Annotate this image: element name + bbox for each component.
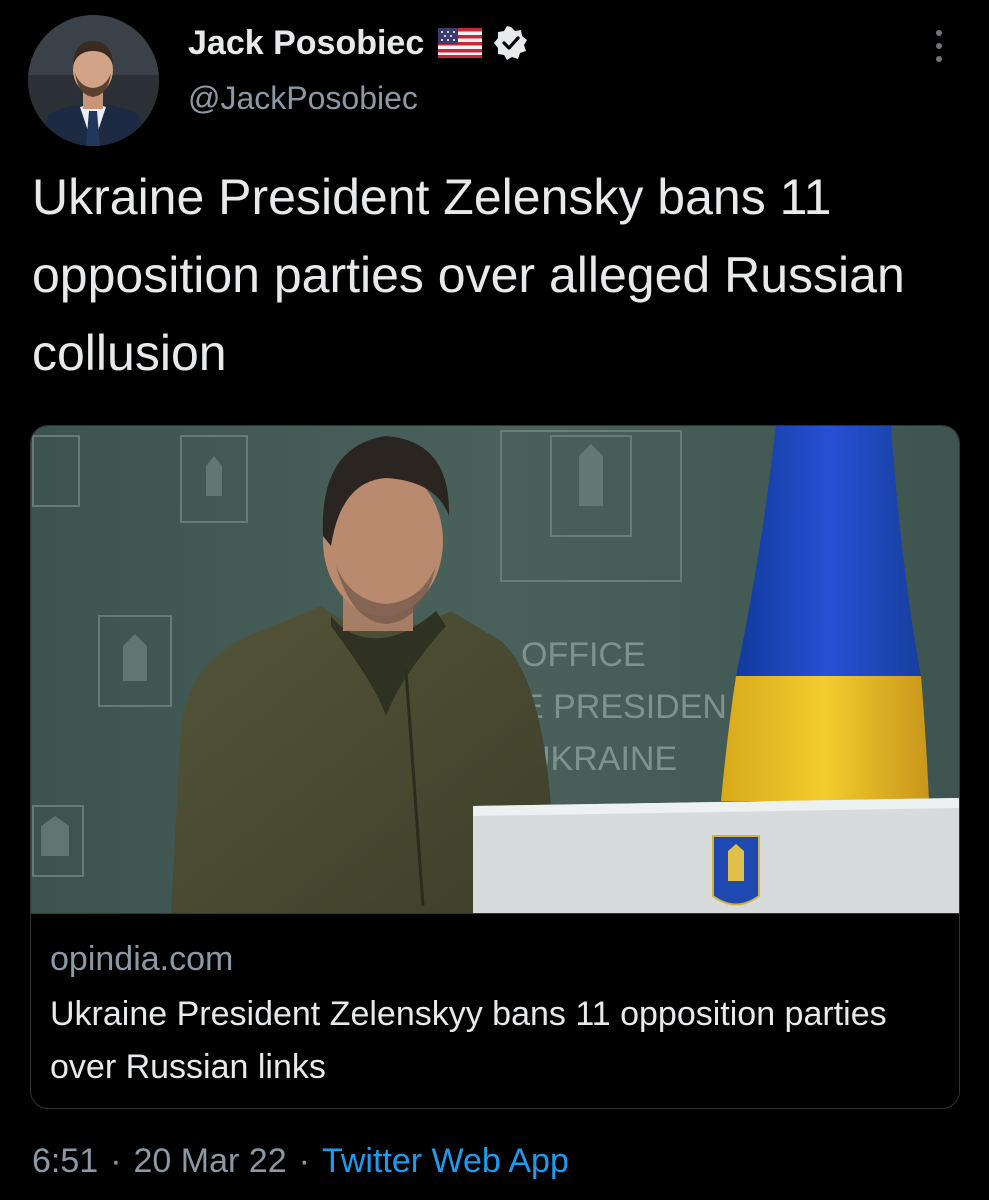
footer-separator: · (110, 1142, 122, 1180)
verified-badge-icon (494, 26, 528, 60)
card-title[interactable]: Ukraine President Zelenskyy bans 11 oppo… (50, 988, 930, 1094)
author-display-name[interactable]: Jack Posobiec (188, 24, 424, 63)
tweet-text: Ukraine President Zelensky bans 11 oppos… (32, 169, 905, 381)
article-image: OFFICE E PRESIDEN UKRAINE (31, 426, 959, 913)
tweet-source-link[interactable]: Twitter Web App (322, 1142, 569, 1180)
avatar-portrait (28, 15, 159, 146)
tweet-date[interactable]: 20 Mar 22 (134, 1142, 287, 1180)
tweet-footer: 6:51 · 20 Mar 22 · Twitter Web App (32, 1142, 569, 1181)
link-preview-card[interactable]: OFFICE E PRESIDEN UKRAINE opindia.com Uk… (30, 425, 960, 1109)
us-flag-icon (438, 28, 483, 58)
author-name-row[interactable]: Jack Posobiec (188, 18, 528, 68)
footer-separator-2: · (298, 1142, 310, 1180)
card-meta[interactable]: opindia.com Ukraine President Zelenskyy … (31, 913, 959, 1108)
wall-text-2: E PRESIDEN (521, 688, 727, 726)
tweet-time[interactable]: 6:51 (32, 1142, 98, 1180)
wall-text-1: OFFICE (521, 636, 646, 674)
more-options-icon[interactable] (926, 26, 952, 66)
wall-text-3: UKRAINE (526, 740, 677, 778)
author-handle[interactable]: @JackPosobiec (188, 80, 418, 117)
card-domain: opindia.com (50, 940, 234, 978)
author-avatar[interactable] (28, 15, 159, 146)
